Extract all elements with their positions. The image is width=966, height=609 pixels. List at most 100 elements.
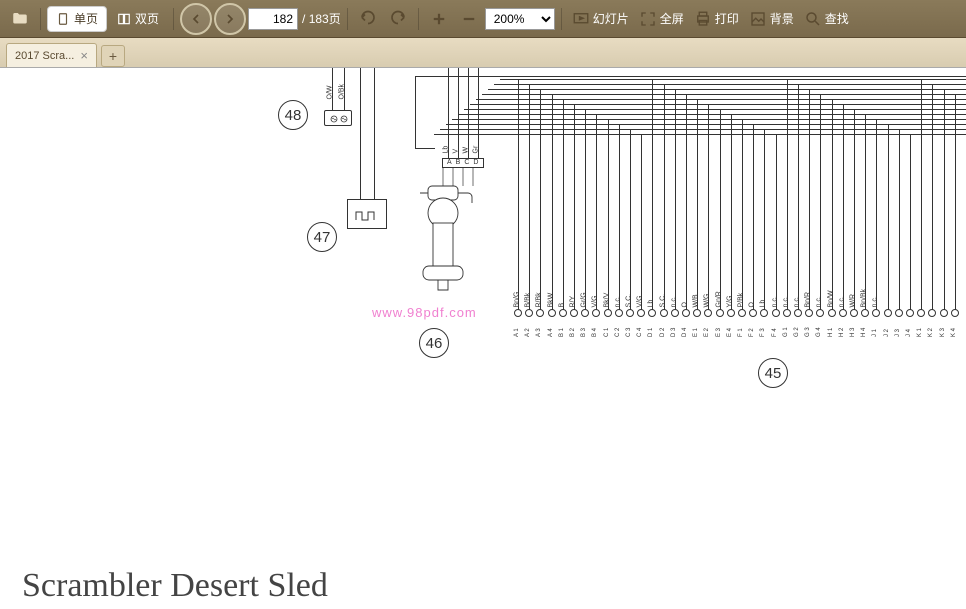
bus-wire	[518, 79, 519, 311]
bus-pin-id: J 4	[906, 329, 912, 337]
separator	[347, 8, 348, 30]
bus-pin	[783, 309, 791, 317]
bus-pin-id: H 4	[861, 328, 867, 337]
bus-wire	[664, 84, 665, 311]
bus-pin-id: C 2	[615, 328, 621, 337]
wire	[374, 68, 375, 199]
undo-button[interactable]	[354, 5, 382, 33]
bus-pin-label: n.c.	[614, 296, 621, 307]
bus-wire	[488, 89, 966, 90]
bus-pin	[872, 309, 880, 317]
bus-wire	[494, 84, 966, 85]
bus-pin-label: n.c.	[872, 296, 879, 307]
bus-pin-id: C 3	[626, 328, 632, 337]
bus-pin	[716, 309, 724, 317]
bus-pin-label: V/G	[592, 295, 599, 307]
bus-pin	[850, 309, 858, 317]
bus-wire	[675, 89, 676, 311]
separator	[173, 8, 174, 30]
prev-page-button[interactable]	[180, 3, 212, 35]
slideshow-button[interactable]: 幻灯片	[568, 5, 633, 33]
tab-strip: 2017 Scra... × +	[0, 38, 966, 68]
bus-pin-label: P/Bk	[738, 293, 745, 308]
zoom-out-button[interactable]	[455, 5, 483, 33]
bus-pin-label: O	[682, 302, 689, 307]
bus-wire	[708, 104, 709, 311]
bus-pin	[548, 309, 556, 317]
close-tab-button[interactable]: ×	[80, 48, 88, 63]
bus-pin	[738, 309, 746, 317]
pin-label: O/W	[327, 86, 334, 100]
open-file-button[interactable]	[6, 5, 34, 33]
bus-pin-id: D 3	[671, 328, 677, 337]
bus-pin	[704, 309, 712, 317]
bus-pin-label: R/Y	[570, 296, 577, 308]
connector-46-pins: ABCD	[447, 159, 482, 166]
single-page-label: 单页	[74, 10, 98, 27]
bus-pin-id: F 1	[738, 328, 744, 337]
bus-pin-label: n.c.	[816, 296, 823, 307]
single-page-button[interactable]: 单页	[47, 6, 107, 32]
component-48-symbol	[325, 111, 353, 127]
bus-pin-id: K 4	[951, 328, 957, 337]
print-button[interactable]: 打印	[690, 5, 743, 33]
bus-wire	[865, 114, 866, 311]
bus-pin-id: D 1	[648, 328, 654, 337]
add-tab-button[interactable]: +	[101, 45, 125, 67]
document-canvas[interactable]: 48 47 46 45 www.98pdf.com Scrambler Dese…	[0, 68, 966, 609]
bus-pin	[604, 309, 612, 317]
background-button[interactable]: 背景	[745, 5, 798, 33]
bus-wire	[415, 148, 435, 149]
fullscreen-button[interactable]: 全屏	[635, 5, 688, 33]
bus-pin-id: A 3	[536, 328, 542, 337]
fullscreen-icon	[639, 10, 657, 28]
bus-pin-id: C 1	[604, 328, 610, 337]
bus-pin	[749, 309, 757, 317]
bus-wire	[854, 109, 855, 311]
bus-wire	[809, 89, 810, 311]
double-page-button[interactable]: 双页	[109, 6, 167, 32]
bus-pin-id: G 2	[794, 327, 800, 337]
redo-button[interactable]	[384, 5, 412, 33]
bus-wire	[500, 79, 966, 80]
bus-pin-id: C 4	[637, 328, 643, 337]
bus-pin-id: H 2	[839, 328, 845, 337]
undo-icon	[359, 10, 377, 28]
bus-wire	[686, 94, 687, 311]
bus-wire	[529, 84, 530, 311]
bus-pin-id: F 4	[772, 328, 778, 337]
bus-pin-id: B 1	[559, 328, 565, 337]
bus-pin-id: A 4	[548, 328, 554, 337]
bus-pin-id: E 2	[704, 328, 710, 337]
bus-wire	[731, 114, 732, 311]
bus-wire	[899, 129, 900, 311]
zoom-select[interactable]: 200%	[485, 8, 555, 30]
separator	[418, 8, 419, 30]
next-page-button[interactable]	[214, 3, 246, 35]
bus-wire	[843, 104, 844, 311]
find-label: 查找	[825, 10, 849, 27]
bus-pin	[884, 309, 892, 317]
bus-pin	[525, 309, 533, 317]
component-46-body	[408, 168, 478, 293]
bus-wire	[697, 99, 698, 311]
page-number-input[interactable]	[248, 8, 298, 30]
bus-wire	[720, 109, 721, 311]
slideshow-label: 幻灯片	[593, 10, 629, 27]
bus-pin-id: B 2	[570, 328, 576, 337]
bus-pin	[940, 309, 948, 317]
bus-wire	[955, 94, 956, 311]
find-button[interactable]: 查找	[800, 5, 853, 33]
fullscreen-label: 全屏	[660, 10, 684, 27]
bus-pin	[861, 309, 869, 317]
bus-pin	[682, 309, 690, 317]
bus-pin-label: Gr/G	[581, 292, 588, 307]
bus-pin-label: n.c.	[771, 296, 778, 307]
bus-pin-label: S.C.	[659, 294, 666, 308]
zoom-in-button[interactable]	[425, 5, 453, 33]
print-label: 打印	[715, 10, 739, 27]
arrow-left-icon	[188, 11, 204, 27]
document-tab[interactable]: 2017 Scra... ×	[6, 43, 97, 67]
bus-pin	[828, 309, 836, 317]
page-icon	[56, 12, 70, 26]
